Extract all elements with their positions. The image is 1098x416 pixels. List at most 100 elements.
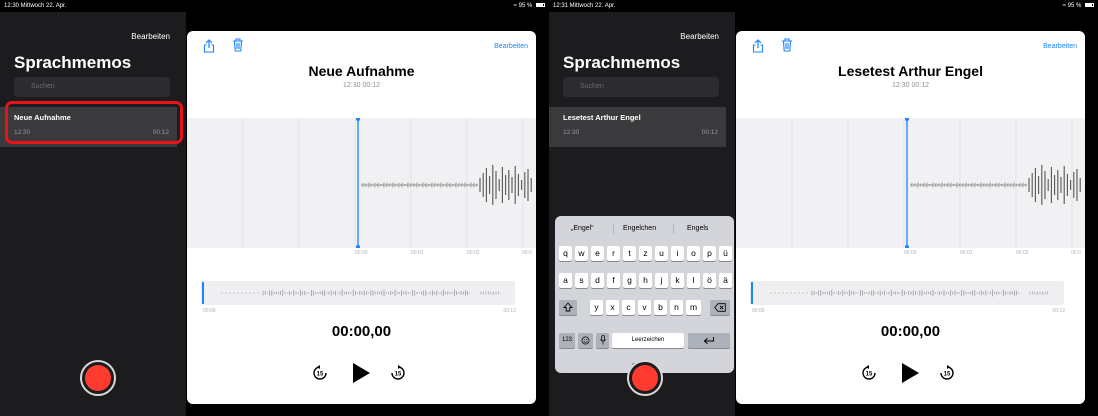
screen-left: 12:30 Mittwoch 22. Apr. ≈ 95 % Bearbeite… (0, 0, 549, 416)
battery-label: 95 % (1067, 3, 1082, 9)
sidebar: Bearbeiten Sprachmemos Suchen Neue Aufna… (0, 12, 186, 416)
suggestion-item[interactable]: „Engel“ (571, 225, 594, 232)
key[interactable]: e (591, 246, 604, 261)
key[interactable]: t (623, 246, 636, 261)
key[interactable]: ä (719, 273, 732, 288)
status-bar: 12:31 Mittwoch 22. Apr. ≈ 95 % (549, 0, 1098, 12)
scrubber-end-time: 00:12 (503, 308, 516, 314)
key[interactable]: y (590, 300, 603, 315)
delete-key[interactable] (710, 300, 730, 315)
onscreen-keyboard: „Engel“ Engelchen Engels q w e r t z u i… (555, 216, 734, 373)
key[interactable]: h (639, 273, 652, 288)
sidebar-edit-button[interactable]: Bearbeiten (131, 32, 170, 41)
overview-scrubber[interactable] (201, 281, 515, 305)
key[interactable]: z (639, 246, 652, 261)
waveform-tick-label: 00:02 (1016, 250, 1029, 256)
svg-text:15: 15 (317, 372, 324, 378)
numbers-key[interactable]: 123 (559, 333, 575, 348)
forward-15-icon[interactable]: 15 (939, 365, 955, 381)
recording-meta: 12:30 00:12 (892, 82, 929, 89)
recording-title: Lesetest Arthur Engel (838, 63, 983, 79)
share-icon[interactable] (203, 39, 215, 53)
key[interactable]: x (606, 300, 619, 315)
shift-icon (562, 302, 574, 312)
status-time: 12:31 Mittwoch 22. Apr. (553, 3, 616, 9)
space-key[interactable]: Leerzeichen (612, 333, 684, 348)
recording-detail: Bearbeiten Neue Aufnahme 12:30 00:12 00:… (187, 31, 536, 404)
trash-icon[interactable] (781, 38, 793, 52)
sidebar-edit-button[interactable]: Bearbeiten (680, 32, 719, 41)
key[interactable]: g (623, 273, 636, 288)
search-input[interactable]: Suchen (14, 77, 170, 97)
key[interactable]: k (671, 273, 684, 288)
key[interactable]: v (638, 300, 651, 315)
key[interactable]: q (559, 246, 572, 261)
record-button[interactable] (80, 360, 116, 396)
key[interactable]: r (607, 246, 620, 261)
play-icon[interactable] (351, 362, 371, 384)
record-button[interactable] (627, 360, 663, 396)
sidebar: Bearbeiten Sprachmemos Suchen Lesetest A… (549, 12, 735, 416)
detail-edit-button[interactable]: Bearbeiten (494, 43, 528, 50)
key[interactable]: ü (719, 246, 732, 261)
rewind-15-icon[interactable]: 15 (312, 365, 328, 381)
key[interactable]: p (703, 246, 716, 261)
scrubber-start-time: 00:00 (752, 308, 765, 314)
emoji-icon (581, 336, 590, 345)
recording-time: 12:30 (563, 129, 580, 136)
key[interactable]: o (687, 246, 700, 261)
key[interactable]: c (622, 300, 635, 315)
status-battery: ≈ 95 % (1063, 0, 1094, 12)
key[interactable]: w (575, 246, 588, 261)
trash-icon[interactable] (232, 38, 244, 52)
key[interactable]: ö (703, 273, 716, 288)
mic-key[interactable] (596, 333, 609, 348)
waveform-view[interactable] (187, 118, 536, 248)
overview-waveform (751, 282, 1048, 304)
search-input[interactable]: Suchen (563, 77, 719, 97)
waveform-tick-label: 00:01 (960, 250, 973, 256)
key[interactable]: m (686, 300, 701, 315)
waveform-tick-label: 00:00 (904, 250, 917, 256)
emoji-key[interactable] (578, 333, 593, 348)
return-key[interactable] (688, 333, 730, 348)
waveform-view[interactable] (736, 118, 1085, 248)
waveform-tick-label: 00:00 (355, 250, 368, 256)
key[interactable]: a (559, 273, 572, 288)
waveform-tick-label: 00:0 (1071, 250, 1081, 256)
wifi-icon: ≈ (1062, 3, 1066, 9)
status-battery: ≈ 95 % (514, 0, 545, 12)
key[interactable]: s (575, 273, 588, 288)
key[interactable]: b (654, 300, 667, 315)
suggestion-item[interactable]: Engels (687, 225, 708, 232)
playback-timer: 00:00,00 (331, 323, 392, 340)
recording-title: Neue Aufnahme (308, 63, 415, 79)
suggestion-divider (673, 224, 674, 234)
selection-highlight-frame (5, 101, 183, 144)
svg-text:15: 15 (944, 372, 951, 378)
key[interactable]: l (687, 273, 700, 288)
key[interactable]: u (655, 246, 668, 261)
play-icon[interactable] (900, 362, 920, 384)
overview-scrubber[interactable] (750, 281, 1064, 305)
recording-detail: Bearbeiten Lesetest Arthur Engel 12:30 0… (736, 31, 1085, 404)
screen-right: 12:31 Mittwoch 22. Apr. ≈ 95 % Bearbeite… (549, 0, 1098, 416)
detail-edit-button[interactable]: Bearbeiten (1043, 43, 1077, 50)
key[interactable]: f (607, 273, 620, 288)
key[interactable]: n (670, 300, 683, 315)
waveform-tick-label: 00:02 (467, 250, 480, 256)
shift-key[interactable] (559, 300, 577, 315)
wifi-icon: ≈ (513, 3, 517, 9)
playback-timer: 00:00,00 (880, 323, 941, 340)
recording-list-item[interactable]: Lesetest Arthur Engel 12:30 00:12 (549, 107, 726, 147)
sidebar-title: Sprachmemos (563, 53, 681, 72)
key[interactable]: d (591, 273, 604, 288)
key[interactable]: j (655, 273, 668, 288)
forward-15-icon[interactable]: 15 (390, 365, 406, 381)
suggestion-item[interactable]: Engelchen (623, 225, 656, 232)
rewind-15-icon[interactable]: 15 (861, 365, 877, 381)
share-icon[interactable] (752, 39, 764, 53)
key[interactable]: i (671, 246, 684, 261)
return-icon (703, 337, 714, 345)
battery-label: 95 % (518, 3, 533, 9)
